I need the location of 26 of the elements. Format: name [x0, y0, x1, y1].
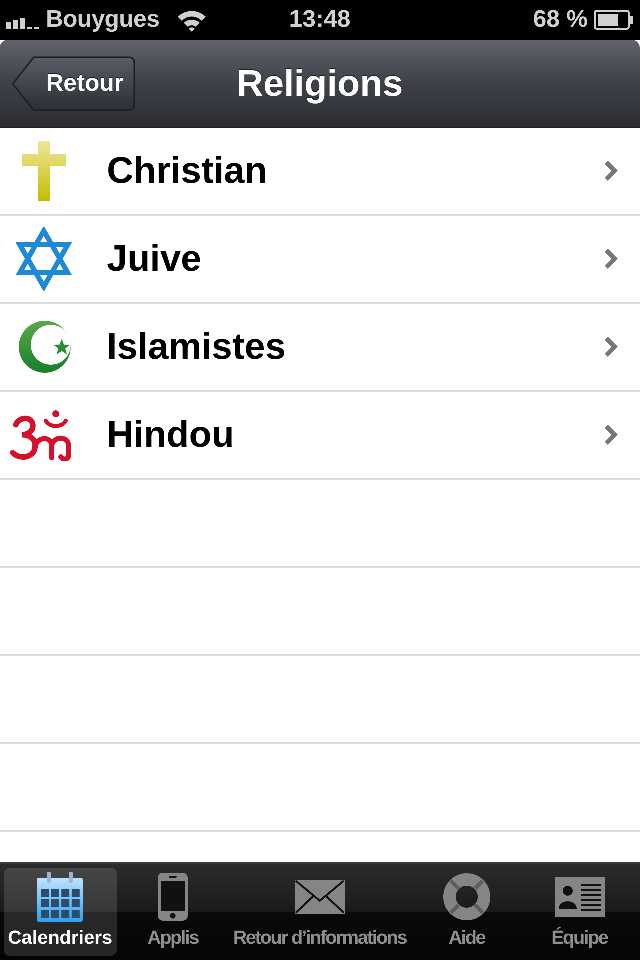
list-row[interactable]: Islamistes [0, 304, 640, 392]
tab-item[interactable]: Calendriers [4, 868, 117, 956]
cross-icon [22, 141, 66, 201]
chevron-icon [604, 424, 618, 446]
star-of-david-icon [16, 227, 72, 291]
status-time: 13:48 [289, 6, 351, 34]
lifebuoy-icon [442, 872, 491, 922]
chevron-icon [604, 248, 618, 270]
contact-card-icon [554, 877, 605, 917]
envelope-icon [295, 880, 345, 914]
tab-item[interactable]: Aide [410, 868, 524, 956]
chevron-icon [604, 160, 618, 182]
list-row[interactable]: Juive [0, 216, 640, 304]
phone-icon [157, 872, 190, 922]
tab-item[interactable]: Applis [116, 868, 230, 956]
battery-percent: 68 % [533, 6, 588, 34]
calendar-icon [36, 872, 84, 922]
tab-item[interactable]: Retour d’informations [229, 868, 411, 956]
battery-icon [594, 10, 634, 30]
list-row[interactable]: Christian [0, 128, 640, 216]
screen-title: Religions [236, 62, 404, 104]
back-button[interactable]: Retour [12, 56, 136, 112]
carrier-name: Bouygues [46, 6, 160, 34]
signal-icon [6, 17, 40, 29]
tab-item[interactable]: Équipe [523, 868, 636, 956]
chevron-icon [604, 336, 618, 358]
